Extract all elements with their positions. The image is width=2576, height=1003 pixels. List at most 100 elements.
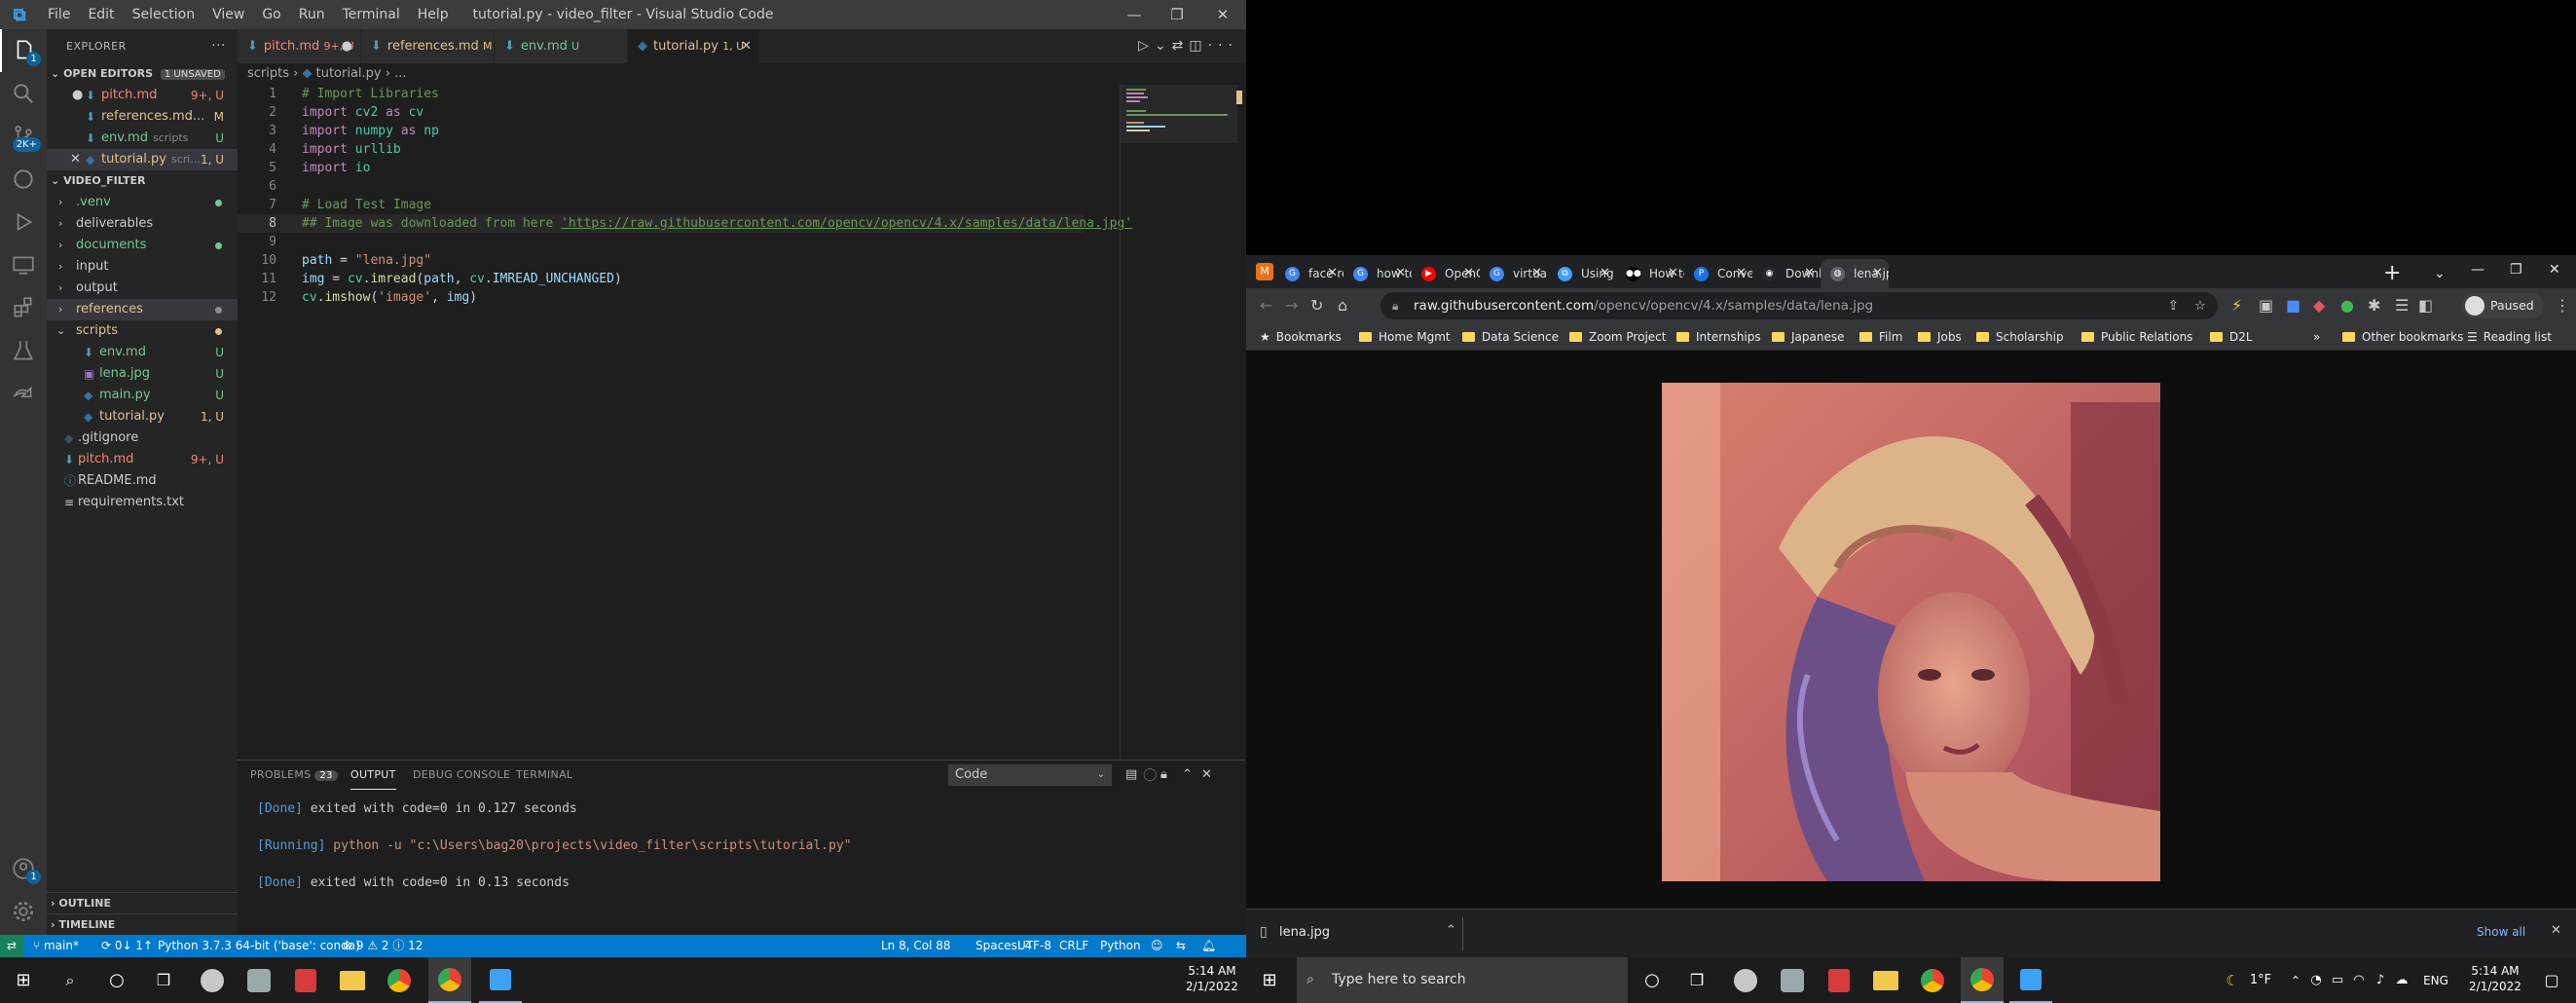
reading-list[interactable]: ☰ Reading list xyxy=(2467,323,2552,351)
chrome-icon[interactable] xyxy=(428,957,471,1003)
close-tab-icon[interactable]: ✕ xyxy=(741,29,752,63)
chrome-tab[interactable]: Gvirtual en✕ xyxy=(1480,259,1548,288)
chevron-up-icon[interactable]: ⌃ xyxy=(1446,923,1456,938)
chevron-down-icon[interactable]: ⌄ xyxy=(1155,38,1172,54)
folder-header[interactable]: ⌄ VIDEO_FILTER xyxy=(47,170,238,192)
search-icon[interactable]: ⌕ xyxy=(55,957,86,1003)
download-filename[interactable]: lena.jpg xyxy=(1279,925,1330,940)
code-line[interactable]: 7 # Load Test Image xyxy=(238,196,1085,214)
chrome-icon[interactable] xyxy=(1916,957,1949,1003)
clock[interactable]: 5:14 AM 2/1/2022 xyxy=(1178,963,1246,994)
windows-start-icon[interactable]: ⊞ xyxy=(1254,957,1285,1003)
extension-icon[interactable]: ▣ xyxy=(2259,288,2273,323)
tab-env-md[interactable]: ⬇ env.md U xyxy=(495,29,628,63)
chrome-tab[interactable]: ◍ lena.jpg (✕ xyxy=(1821,259,1889,288)
tab-terminal[interactable]: TERMINAL xyxy=(516,761,572,790)
home-icon[interactable]: ⌂ xyxy=(1338,288,1347,323)
chrome-tab[interactable]: ◉ Downloa✕ xyxy=(1752,259,1821,288)
pinned-tab-icon[interactable]: M xyxy=(1256,263,1273,280)
restore-icon[interactable]: ❐ xyxy=(1156,0,1198,29)
more-actions-icon[interactable]: ··· xyxy=(211,29,226,63)
split-editor-icon[interactable]: ◫ xyxy=(1189,38,1207,54)
encoding[interactable]: UTF-8 xyxy=(1017,935,1051,957)
code-line[interactable]: 9 xyxy=(238,233,1085,251)
tree-item[interactable]: ⌄ scripts xyxy=(47,320,238,342)
back-icon[interactable]: ← xyxy=(1260,288,1272,323)
bookmark-folder[interactable]: Scholarship xyxy=(1976,323,2064,351)
close-tab-icon[interactable]: ✕ xyxy=(1327,259,1338,288)
bookmark-folder[interactable]: Film xyxy=(1859,323,1902,351)
menu-view[interactable]: View xyxy=(203,7,253,22)
app-icon[interactable] xyxy=(1822,957,1856,1003)
open-editor-item[interactable]: ⬇ env.md scripts U xyxy=(47,128,238,149)
menu-edit[interactable]: Edit xyxy=(79,7,123,22)
language-indicator[interactable]: ENG xyxy=(2418,957,2453,1003)
new-tab-icon[interactable]: + xyxy=(2383,259,2401,288)
chevron-up-icon[interactable]: ⌃ xyxy=(2286,957,2305,1003)
github-icon[interactable] xyxy=(0,158,47,201)
profile-button[interactable]: Paused xyxy=(2461,293,2544,318)
close-tab-icon[interactable]: ✕ xyxy=(1395,259,1406,288)
menu-terminal[interactable]: Terminal xyxy=(334,7,409,22)
lena-image[interactable] xyxy=(1662,383,2160,881)
output-log[interactable]: [Done] exited with code=0 in 0.127 secon… xyxy=(257,799,852,892)
run-icon[interactable]: ▷ xyxy=(1138,38,1155,54)
tab-problems[interactable]: PROBLEMS 23 xyxy=(250,761,338,790)
menu-kebab-icon[interactable]: ⋮ xyxy=(2555,288,2570,323)
cortana-icon[interactable]: ○ xyxy=(101,957,132,1003)
tree-item[interactable]: ⬇ env.md U xyxy=(47,342,238,363)
code-line[interactable]: 6 xyxy=(238,177,1085,196)
close-tab-icon[interactable]: ✕ xyxy=(1531,259,1542,288)
testing-icon[interactable] xyxy=(0,329,47,372)
close-window-icon[interactable]: ✕ xyxy=(1201,0,1244,29)
tree-item[interactable]: ⓘ README.md xyxy=(47,470,238,492)
code-line[interactable]: 12 cv.imshow('image', img) xyxy=(238,288,1085,307)
open-editors-header[interactable]: ⌄ OPEN EDITORS 1 UNSAVED xyxy=(47,63,238,85)
onedrive-icon[interactable]: ☁ xyxy=(2391,957,2412,1003)
code-line[interactable]: 5 import io xyxy=(238,159,1085,177)
file-explorer-icon[interactable] xyxy=(335,957,370,1003)
extension-icon[interactable]: ⚡ xyxy=(2231,288,2242,323)
app-icon[interactable] xyxy=(241,957,276,1003)
open-editor-item[interactable]: ⬇ references.md... M xyxy=(47,106,238,128)
tree-item[interactable]: ◆ main.py U xyxy=(47,385,238,406)
feedback-icon[interactable]: ☺ xyxy=(1151,935,1163,957)
bookmark-folder[interactable]: Public Relations xyxy=(2081,323,2192,351)
bookmark-star-icon[interactable]: ☆ xyxy=(2194,292,2206,319)
code-editor[interactable]: 1 # Import Libraries 2 import cv2 as cv 3 imp… xyxy=(238,85,1132,307)
bookmark-folder[interactable]: Home Mgmt xyxy=(1359,323,1451,351)
menu-go[interactable]: Go xyxy=(253,7,289,22)
minimize-icon[interactable]: — xyxy=(2471,255,2484,284)
source-control-icon[interactable]: 2K+ xyxy=(0,115,47,158)
network-icon[interactable]: ◔ xyxy=(2305,957,2327,1003)
tab-search-icon[interactable]: ⌄ xyxy=(2434,259,2446,288)
menu-help[interactable]: Help xyxy=(409,7,458,22)
chrome-tab[interactable]: Gface reco✕ xyxy=(1275,259,1343,288)
tab-tutorial-py[interactable]: ◆ tutorial.py 1, U ✕ xyxy=(628,29,760,63)
code-line[interactable]: 8 ## Image was downloaded from here 'http… xyxy=(238,214,1132,233)
tree-item[interactable]: › .venv xyxy=(47,192,238,213)
notifications-bell-icon[interactable]: 🔔︎ xyxy=(1201,935,1216,957)
chrome-icon[interactable] xyxy=(382,957,417,1003)
chrome-icon[interactable] xyxy=(1961,957,2004,1003)
extensions-icon[interactable] xyxy=(0,286,47,329)
bookmark-folder[interactable]: Internships xyxy=(1676,323,1761,351)
wifi-icon[interactable]: ◠ xyxy=(2348,957,2370,1003)
forward-icon[interactable]: → xyxy=(1285,288,1298,323)
clock[interactable]: 5:14 AM 2/1/2022 xyxy=(2457,963,2533,994)
chrome-tab[interactable]: ●● How to S✕ xyxy=(1616,259,1684,288)
app-icon[interactable] xyxy=(195,957,230,1003)
tab-debug-console[interactable]: DEBUG CONSOLE xyxy=(413,761,510,790)
share-icon[interactable]: ⇪ xyxy=(2168,292,2179,319)
notifications-icon[interactable]: ▢ xyxy=(2535,957,2568,1003)
close-icon[interactable]: ✕ xyxy=(70,149,81,170)
timeline-header[interactable]: › TIMELINE xyxy=(47,913,238,935)
breadcrumb-symbol[interactable]: ... xyxy=(394,66,406,81)
close-tab-icon[interactable]: ✕ xyxy=(1463,259,1474,288)
close-tab-icon[interactable]: ✕ xyxy=(1872,259,1883,288)
app-icon[interactable] xyxy=(1729,957,1762,1003)
bookmark-folder[interactable]: Data Science xyxy=(1462,323,1559,351)
open-log-icon[interactable]: ◯ xyxy=(1143,761,1158,790)
tab-references-md[interactable]: ⬇ references.md M xyxy=(361,29,495,63)
windows-start-icon[interactable]: ⊞ xyxy=(8,957,39,1003)
